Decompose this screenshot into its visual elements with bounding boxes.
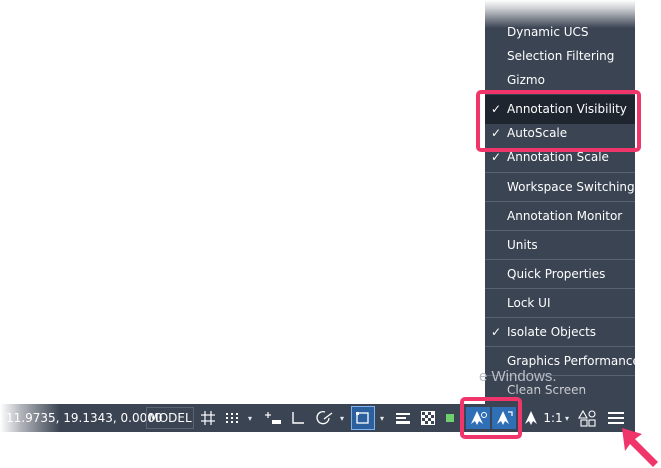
menu-item-label: Graphics Performance: [507, 354, 640, 368]
polar-dropdown[interactable]: ▾: [336, 407, 348, 429]
lineweight-button[interactable]: [392, 407, 414, 429]
snap-dots-icon: [226, 413, 238, 423]
grid-button[interactable]: [198, 407, 218, 429]
menu-item-label: Quick Properties: [507, 267, 606, 281]
ortho-mode-button[interactable]: [288, 407, 308, 429]
transparency-button[interactable]: [417, 407, 439, 429]
model-space-button[interactable]: MODEL: [146, 407, 194, 429]
menu-item-lock-ui[interactable]: Lock UI: [485, 289, 635, 318]
autoscale-icon: [497, 411, 513, 425]
menu-item-label: Isolate Objects: [507, 325, 597, 339]
menu-item-label: Lock UI: [507, 296, 551, 310]
ortho-icon: [292, 412, 304, 424]
menu-item-label: Annotation Visibility: [507, 102, 627, 116]
infer-constraints-button[interactable]: [262, 407, 284, 429]
pointer-arrow-icon: [622, 428, 658, 467]
menu-item-label: Gizmo: [507, 73, 545, 87]
autoscale-button[interactable]: [492, 407, 516, 429]
menu-item-label: Units: [507, 238, 538, 252]
workspace-icon: [578, 409, 596, 427]
checkmark-icon: ✓: [491, 150, 502, 164]
infer-constraints-icon: [265, 412, 281, 424]
menu-item-label: AutoScale: [507, 126, 568, 140]
selection-cycling-icon: [446, 414, 454, 422]
menu-item-label: Clean Screen: [507, 383, 587, 397]
menu-item-annotation-scale[interactable]: ✓ Annotation Scale: [485, 143, 635, 172]
menu-item-label: Annotation Monitor: [507, 209, 623, 223]
object-snap-button[interactable]: [351, 406, 375, 430]
polar-tracking-button[interactable]: [314, 407, 336, 429]
menu-separator: [485, 92, 635, 93]
snap-dropdown[interactable]: ▾: [244, 407, 256, 429]
menu-item-label: Workspace Switching: [507, 180, 635, 194]
object-snap-dropdown[interactable]: ▾: [376, 407, 388, 429]
menu-item-label: Dynamic UCS: [507, 25, 589, 39]
menu-item-workspace-switching[interactable]: Workspace Switching: [485, 173, 635, 202]
selection-cycling-button[interactable]: [442, 407, 460, 429]
annotation-scale-icon: [525, 411, 537, 425]
checkmark-icon: ✓: [491, 325, 502, 339]
menu-item-label: Annotation Scale: [507, 150, 609, 164]
menu-item-annotation-monitor[interactable]: Annotation Monitor: [485, 202, 635, 231]
grid-icon: [201, 411, 215, 425]
annotation-visibility-button[interactable]: [466, 407, 490, 429]
menu-item-label: Selection Filtering: [507, 49, 615, 63]
menu-item-quick-properties[interactable]: Quick Properties: [485, 260, 635, 289]
coordinates-readout[interactable]: 11.9735, 19.1343, 0.0000: [6, 407, 163, 429]
menu-item-gizmo[interactable]: Gizmo: [485, 66, 635, 95]
annotation-scale-dropdown[interactable]: ▾: [562, 407, 572, 429]
annotation-scale-icon-button[interactable]: [520, 407, 542, 429]
windows-activation-watermark: e Windows.: [479, 368, 557, 385]
menu-item-units[interactable]: Units: [485, 231, 635, 260]
polar-tracking-icon: [316, 411, 333, 425]
menu-item-isolate-objects[interactable]: ✓ Isolate Objects: [485, 318, 635, 347]
snap-button[interactable]: [222, 407, 242, 429]
object-snap-icon: [356, 412, 369, 424]
transparency-icon: [421, 411, 435, 425]
annotation-visibility-icon: [471, 411, 487, 425]
workspace-switching-button[interactable]: [576, 407, 600, 429]
annotation-scale-value[interactable]: 1:1: [543, 407, 563, 429]
lineweight-icon: [396, 413, 410, 424]
